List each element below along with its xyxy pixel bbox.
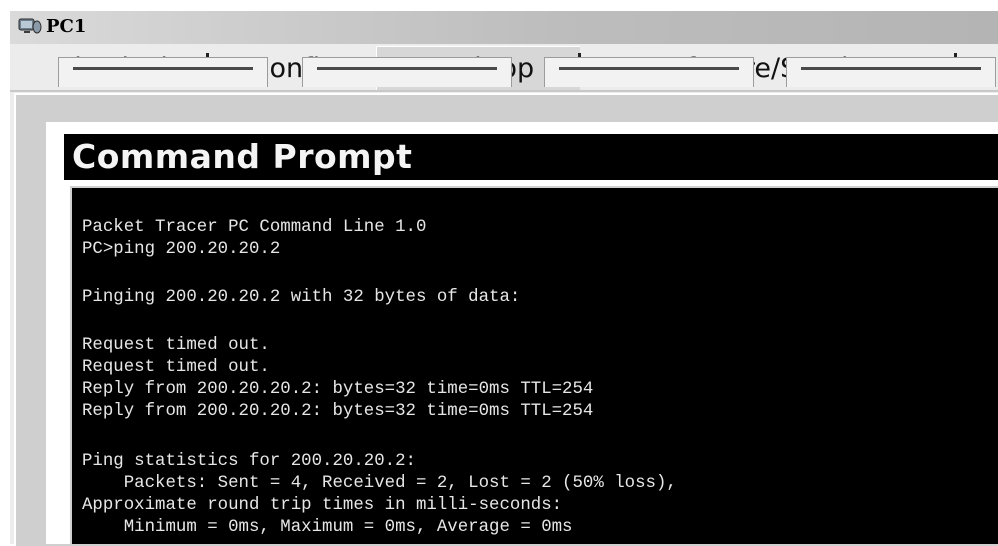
- terminal-line: Ping statistics for 200.20.20.2:: [82, 452, 416, 471]
- tab-underline: [10, 90, 998, 92]
- terminal-line: Reply from 200.20.20.2: bytes=32 time=0m…: [82, 380, 594, 399]
- desktop-app-tile[interactable]: [544, 57, 754, 87]
- terminal-line: Minimum = 0ms, Maximum = 0ms, Average = …: [82, 518, 573, 537]
- terminal-line: PC>ping 200.20.20.2: [82, 240, 281, 259]
- desktop-app-tile[interactable]: [302, 57, 512, 87]
- terminal-line: Request timed out.: [82, 336, 270, 355]
- app-tile-icon: [559, 67, 739, 70]
- terminal-output[interactable]: Packet Tracer PC Command Line 1.0 PC>pin…: [70, 186, 998, 544]
- app-tile-icon: [317, 67, 497, 70]
- command-prompt-title: Command Prompt: [72, 137, 413, 176]
- app-tile-icon: [801, 67, 981, 70]
- terminal-line: Packets: Sent = 4, Received = 2, Lost = …: [82, 474, 677, 493]
- desktop-app-tile[interactable]: [58, 57, 268, 87]
- pc-device-icon: [18, 18, 42, 34]
- window-titlebar[interactable]: PC1: [10, 11, 998, 45]
- terminal-line: Approximate round trip times in milli-se…: [82, 496, 563, 515]
- terminal-line: Request timed out.: [82, 358, 270, 377]
- app-tile-icon: [73, 67, 253, 70]
- terminal-line: Packet Tracer PC Command Line 1.0: [82, 218, 427, 237]
- terminal-line: Pinging 200.20.20.2 with 32 bytes of dat…: [82, 288, 521, 307]
- terminal-line: Reply from 200.20.20.2: bytes=32 time=0m…: [82, 402, 594, 421]
- command-prompt-header: Command Prompt: [64, 134, 998, 180]
- window-title: PC1: [46, 16, 87, 37]
- desktop-app-tile[interactable]: [786, 57, 996, 87]
